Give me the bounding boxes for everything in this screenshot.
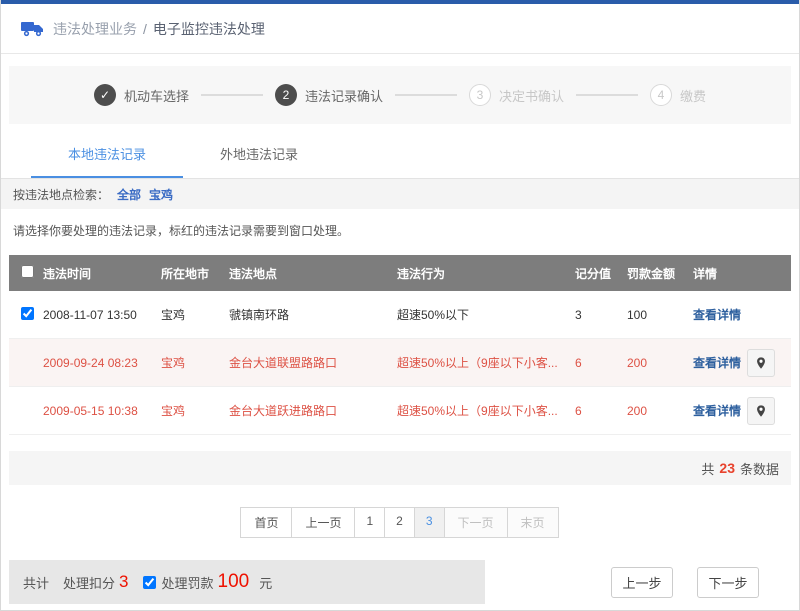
view-detail-link[interactable]: 查看详情	[693, 306, 741, 323]
cell-fine: 100	[625, 308, 691, 322]
header-points: 记分值	[573, 265, 625, 282]
cell-behavior: 超速50%以下	[395, 306, 573, 323]
cell-city: 宝鸡	[159, 354, 227, 371]
record-tabs: 本地违法记录 外地违法记录	[1, 124, 799, 179]
table-row[interactable]: 2009-09-24 08:23 宝鸡 金台大道联盟路路口 超速50%以上（9座…	[9, 339, 791, 387]
truck-icon	[21, 20, 45, 38]
page-header: 违法处理业务 / 电子监控违法处理	[1, 4, 799, 54]
header-location: 违法地点	[227, 265, 395, 282]
header-violation-time: 违法时间	[41, 265, 159, 282]
count-suffix: 条数据	[740, 459, 779, 478]
pagination-prev[interactable]: 上一页	[291, 507, 355, 538]
breadcrumb-section[interactable]: 违法处理业务	[53, 19, 137, 39]
cell-violation-time: 2009-09-24 08:23	[41, 356, 159, 370]
step-payment: 4 缴费	[650, 84, 706, 106]
map-pin-button[interactable]	[747, 349, 775, 377]
next-step-button[interactable]: 下一步	[697, 567, 759, 598]
cell-points: 6	[573, 404, 625, 418]
step-connector	[576, 94, 638, 96]
step-4-number: 4	[650, 84, 672, 106]
header-city: 所在地市	[159, 265, 227, 282]
cell-location: 虢镇南环路	[227, 306, 395, 323]
step-1-label: 机动车选择	[124, 86, 189, 105]
row-checkbox[interactable]	[21, 307, 34, 320]
pagination: 首页 上一页 1 2 3 下一页 末页	[1, 507, 799, 538]
step-2-label: 违法记录确认	[305, 86, 383, 105]
cell-violation-time: 2008-11-07 13:50	[41, 308, 159, 322]
cell-location: 金台大道跃进路路口	[227, 402, 395, 419]
pagination-last: 末页	[507, 507, 559, 538]
tab-local-records[interactable]: 本地违法记录	[31, 128, 183, 178]
pagination-first[interactable]: 首页	[240, 507, 292, 538]
filter-option-all[interactable]: 全部	[117, 186, 141, 203]
cell-points: 3	[573, 308, 625, 322]
breadcrumb-separator: /	[143, 21, 147, 37]
pay-fine-checkbox[interactable]	[143, 576, 156, 589]
filter-option-baoji[interactable]: 宝鸡	[149, 186, 173, 203]
points-total: 3	[119, 572, 128, 592]
fine-unit: 元	[259, 573, 272, 592]
totals-panel: 共计 处理扣分 3 处理罚款 100 元	[9, 560, 485, 604]
violation-table: 违法时间 所在地市 违法地点 违法行为 记分值 罚款金额 详情 2008-11-…	[9, 255, 791, 435]
table-row[interactable]: 2008-11-07 13:50 宝鸡 虢镇南环路 超速50%以下 3 100 …	[9, 291, 791, 339]
cell-fine: 200	[625, 356, 691, 370]
step-2-number: 2	[275, 84, 297, 106]
table-header-row: 违法时间 所在地市 违法地点 违法行为 记分值 罚款金额 详情	[9, 255, 791, 291]
footer-bar: 共计 处理扣分 3 处理罚款 100 元 上一步 下一步	[9, 560, 791, 604]
breadcrumb-current: 电子监控违法处理	[153, 19, 265, 39]
total-label: 共计	[23, 573, 49, 592]
select-all-checkbox[interactable]	[21, 265, 34, 278]
step-vehicle-select: ✓ 机动车选择	[94, 84, 189, 106]
previous-step-button[interactable]: 上一步	[611, 567, 673, 598]
map-pin-button[interactable]	[747, 397, 775, 425]
pagination-next: 下一页	[444, 507, 508, 538]
view-detail-link[interactable]: 查看详情	[693, 354, 741, 371]
filter-label: 按违法地点检索：	[13, 186, 109, 203]
step-connector	[395, 94, 457, 96]
step-connector	[201, 94, 263, 96]
tab-nonlocal-records[interactable]: 外地违法记录	[183, 128, 335, 178]
violation-processing-page: 违法处理业务 / 电子监控违法处理 ✓ 机动车选择 2 违法记录确认 3 决定书…	[0, 0, 800, 611]
pagination-page-2[interactable]: 2	[384, 507, 415, 538]
header-detail: 详情	[691, 265, 791, 282]
pagination-page-3[interactable]: 3	[414, 507, 445, 538]
cell-city: 宝鸡	[159, 306, 227, 323]
table-row[interactable]: 2009-05-15 10:38 宝鸡 金台大道跃进路路口 超速50%以上（9座…	[9, 387, 791, 435]
header-fine: 罚款金额	[625, 265, 691, 282]
view-detail-link[interactable]: 查看详情	[693, 402, 741, 419]
step-buttons: 上一步 下一步	[587, 567, 759, 598]
map-pin-icon	[754, 356, 768, 370]
step-4-label: 缴费	[680, 86, 706, 105]
cell-location: 金台大道联盟路路口	[227, 354, 395, 371]
step-decision-confirm: 3 决定书确认	[469, 84, 564, 106]
cell-behavior: 超速50%以上（9座以下小客...	[395, 354, 573, 371]
record-count: 23	[719, 460, 735, 476]
progress-stepper: ✓ 机动车选择 2 违法记录确认 3 决定书确认 4 缴费	[9, 66, 791, 124]
step-record-confirm: 2 违法记录确认	[275, 84, 383, 106]
count-prefix: 共	[701, 459, 714, 478]
map-pin-icon	[754, 404, 768, 418]
selection-notice: 请选择你要处理的违法记录，标红的违法记录需要到窗口处理。	[1, 209, 799, 247]
cell-points: 6	[573, 356, 625, 370]
fine-label: 处理罚款	[162, 573, 214, 592]
fine-total: 100	[218, 571, 250, 593]
cell-fine: 200	[625, 404, 691, 418]
step-3-number: 3	[469, 84, 491, 106]
cell-violation-time: 2009-05-15 10:38	[41, 404, 159, 418]
cell-city: 宝鸡	[159, 402, 227, 419]
location-filter-bar: 按违法地点检索： 全部 宝鸡	[1, 179, 799, 209]
pagination-page-1[interactable]: 1	[354, 507, 385, 538]
step-1-check-icon: ✓	[94, 84, 116, 106]
step-3-label: 决定书确认	[499, 86, 564, 105]
header-behavior: 违法行为	[395, 265, 573, 282]
cell-behavior: 超速50%以上（9座以下小客...	[395, 402, 573, 419]
record-count-bar: 共 23 条数据	[9, 451, 791, 485]
points-label: 处理扣分	[63, 573, 115, 592]
